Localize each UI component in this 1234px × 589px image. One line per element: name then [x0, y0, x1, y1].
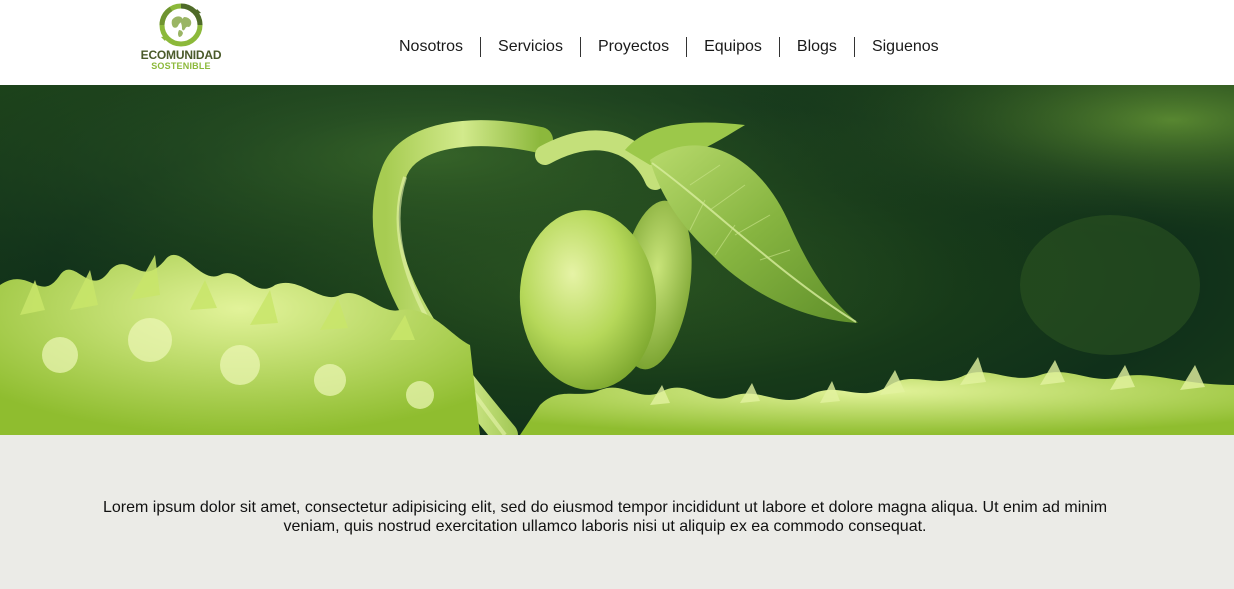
nav-item-proyectos[interactable]: Proyectos — [581, 36, 686, 58]
nav-item-equipos[interactable]: Equipos — [687, 36, 779, 58]
nav-item-blogs[interactable]: Blogs — [780, 36, 854, 58]
intro-paragraph: Lorem ipsum dolor sit amet, consectetur … — [102, 499, 1108, 535]
site-logo[interactable]: ECOMUNIDAD SOSTENIBLE — [138, 3, 224, 77]
logo-wordmark-line1: ECOMUNIDAD — [140, 48, 222, 62]
seedling-sprout-image — [0, 85, 1234, 435]
nav-item-servicios[interactable]: Servicios — [481, 36, 580, 58]
site-header: ECOMUNIDAD SOSTENIBLE Nosotros Servicios… — [0, 0, 1234, 85]
logo-wordmark-line2: SOSTENIBLE — [151, 61, 211, 71]
nav-item-nosotros[interactable]: Nosotros — [382, 36, 480, 58]
intro-section: Lorem ipsum dolor sit amet, consectetur … — [0, 435, 1234, 589]
main-nav: Nosotros Servicios Proyectos Equipos Blo… — [382, 36, 956, 58]
nav-item-siguenos[interactable]: Siguenos — [855, 36, 956, 58]
hero-banner — [0, 85, 1234, 435]
globe-recycle-icon — [159, 3, 203, 47]
